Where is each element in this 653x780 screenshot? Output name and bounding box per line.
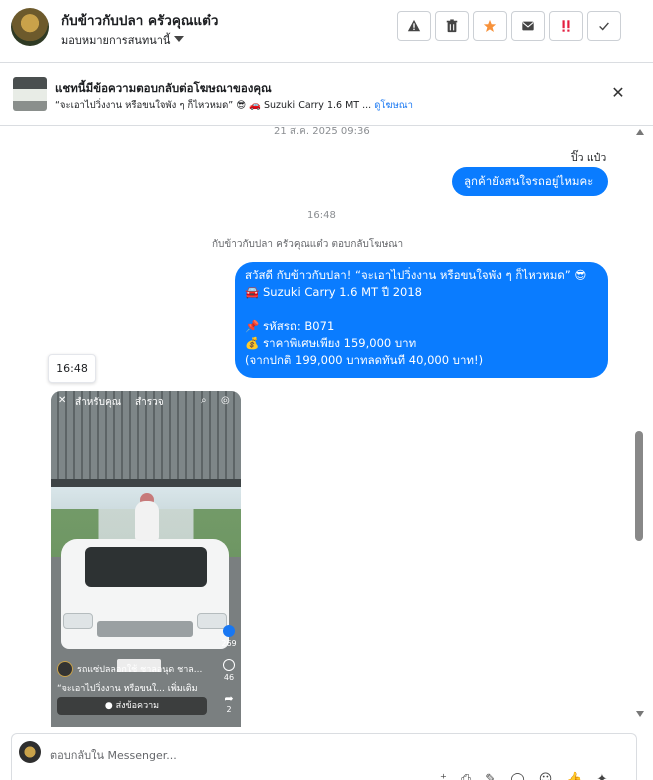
person-figure: [135, 501, 159, 541]
tab-explore[interactable]: สำรวจ: [135, 395, 164, 410]
sticker-icon[interactable]: ☺: [539, 772, 553, 780]
share-icon: ➦: [224, 692, 234, 705]
like-icon: [223, 625, 235, 637]
assign-conversation-dropdown[interactable]: มอบหมายการสนทนานี้: [61, 31, 185, 49]
search-icon[interactable]: ⌕: [201, 395, 207, 406]
edit-icon[interactable]: ✎: [485, 772, 496, 780]
reply-input[interactable]: ตอบกลับใน Messenger...: [50, 746, 177, 764]
message-line: [245, 301, 598, 318]
like-action[interactable]: 269: [219, 625, 239, 659]
view-ad-link[interactable]: ดูโฆษณา: [374, 100, 413, 111]
page-avatar: [19, 741, 41, 763]
messenger-icon: ●: [104, 701, 113, 711]
add-person-icon[interactable]: ⁺: [440, 772, 447, 780]
contact-name[interactable]: กับข้าวกับปลา ครัวคุณแต๋ว: [61, 9, 218, 31]
date-timestamp: 21 ส.ค. 2025 09:36: [274, 127, 370, 137]
ad-reply-message-bubble[interactable]: สวัสดี กับข้าวกับปลา! “จะเอาไปวิ่งงาน หร…: [235, 262, 608, 378]
like-icon[interactable]: 👍: [566, 772, 582, 780]
done-button[interactable]: [587, 11, 621, 41]
scroll-down-arrow-icon[interactable]: [636, 711, 644, 717]
message-line: (จากปกติ 199,000 บาทลดทันที 40,000 บาท!): [245, 353, 484, 367]
hover-time-tooltip: 16:48: [48, 354, 96, 383]
message-line: 📌 รหัสรถ: B071: [245, 319, 335, 333]
warning-button[interactable]: [397, 11, 431, 41]
caret-down-icon: [174, 36, 185, 42]
close-icon[interactable]: ✕: [610, 85, 626, 101]
scroll-up-arrow-icon[interactable]: [636, 129, 644, 135]
star-button[interactable]: [473, 11, 507, 41]
attach-icon[interactable]: ⎙: [461, 772, 471, 780]
ad-banner-subtitle: “จะเอาไปวิ่งงาน หรือขนใจพัง ๆ ก็ไหวหมด” …: [55, 98, 413, 113]
send-message-label: ส่งข้อความ: [115, 701, 160, 711]
comment-icon: [223, 659, 235, 671]
share-action[interactable]: ➦ 2: [219, 693, 239, 727]
conversation-actions: [397, 11, 621, 41]
profile-icon[interactable]: ◎: [221, 395, 230, 406]
mark-unread-button[interactable]: [511, 11, 545, 41]
replied-to-ad-note: กับข้าวกับปลา ครัวคุณแต๋ว ตอบกลับโฆษณา: [212, 239, 404, 250]
message-line: 💰 ราคาพิเศษเพียง 159,000 บาท: [245, 336, 417, 350]
delete-button[interactable]: [435, 11, 469, 41]
time-timestamp: 16:48: [307, 210, 336, 221]
ad-reply-banner: แชทนี้มีข้อความตอบกลับต่อโฆษณาของคุณ “จะ…: [0, 64, 653, 126]
composer-toolbar: ⁺ ⎙ ✎ ◯ ☺ 👍 ✦: [440, 772, 607, 780]
video-reactions: 269 46 ➦ 2: [219, 625, 239, 727]
warning-icon: [407, 19, 421, 32]
message-composer: ตอบกลับใน Messenger... ⁺ ⎙ ✎ ◯ ☺ 👍 ✦: [11, 733, 637, 780]
video-caption[interactable]: “จะเอาไปวิ่งงาน หรือขนใ... เพิ่มเติม: [57, 681, 198, 695]
comment-action[interactable]: 46: [219, 659, 239, 693]
scrollbar-thumb[interactable]: [635, 431, 643, 541]
message-bubble-outgoing[interactable]: ลูกค้ายังสนใจรถอยู่ไหมคะ: [452, 167, 608, 196]
assign-label: มอบหมายการสนทนานี้: [61, 34, 171, 47]
message-line: สวัสดี กับข้าวกับปลา! “จะเอาไปวิ่งงาน หร…: [245, 268, 587, 282]
trash-icon: [446, 19, 458, 33]
car-headlight: [63, 613, 93, 629]
car-windshield: [85, 547, 207, 587]
send-message-button[interactable]: ● ส่งข้อความ: [57, 697, 207, 715]
comment-count: 46: [223, 673, 235, 682]
video-topbar: ✕ สำหรับคุณ สำรวจ ⌕ ◎: [51, 391, 241, 411]
message-thread: 21 ส.ค. 2025 09:36 ปิ๊ว แป๋ว ลูกค้ายังสน…: [0, 127, 653, 727]
emoji-icon[interactable]: ◯: [510, 772, 525, 780]
page-name: รถแซ่ปลลอกใช้ ชาลอนุด ชาล...: [77, 665, 203, 675]
more-icon[interactable]: ✦: [597, 772, 608, 780]
video-frame-beam: [51, 479, 241, 487]
close-icon[interactable]: ✕: [58, 395, 66, 406]
video-attachment[interactable]: ✕ สำหรับคุณ สำรวจ ⌕ ◎ 269 46 ➦ 2 รถแซ่ปล…: [51, 391, 241, 727]
conversation-header: กับข้าวกับปลา ครัวคุณแต๋ว มอบหมายการสนทน…: [0, 0, 653, 63]
page-avatar: [57, 661, 73, 677]
star-icon: [483, 19, 497, 32]
ad-banner-title: แชทนี้มีข้อความตอบกลับต่อโฆษณาของคุณ: [55, 81, 272, 95]
spam-icon: [562, 20, 570, 32]
envelope-icon: [522, 21, 534, 31]
tab-for-you[interactable]: สำหรับคุณ: [75, 395, 121, 410]
contact-avatar[interactable]: [11, 8, 49, 46]
video-page-info[interactable]: รถแซ่ปลลอกใช้ ชาลอนุด ชาล...: [57, 661, 202, 677]
ad-thumbnail[interactable]: [13, 77, 47, 111]
car-grille: [97, 621, 193, 637]
sender-name: ปิ๊ว แป๋ว: [571, 152, 607, 164]
chat-scrollbar[interactable]: [633, 127, 647, 723]
spam-button[interactable]: [549, 11, 583, 41]
share-count: 2: [226, 705, 232, 714]
like-count: 269: [221, 639, 237, 648]
message-line: 🚘 Suzuki Carry 1.6 MT ปี 2018: [245, 285, 422, 299]
ad-preview-text: “จะเอาไปวิ่งงาน หรือขนใจพัง ๆ ก็ไหวหมด” …: [55, 100, 372, 111]
check-icon: [599, 22, 609, 31]
